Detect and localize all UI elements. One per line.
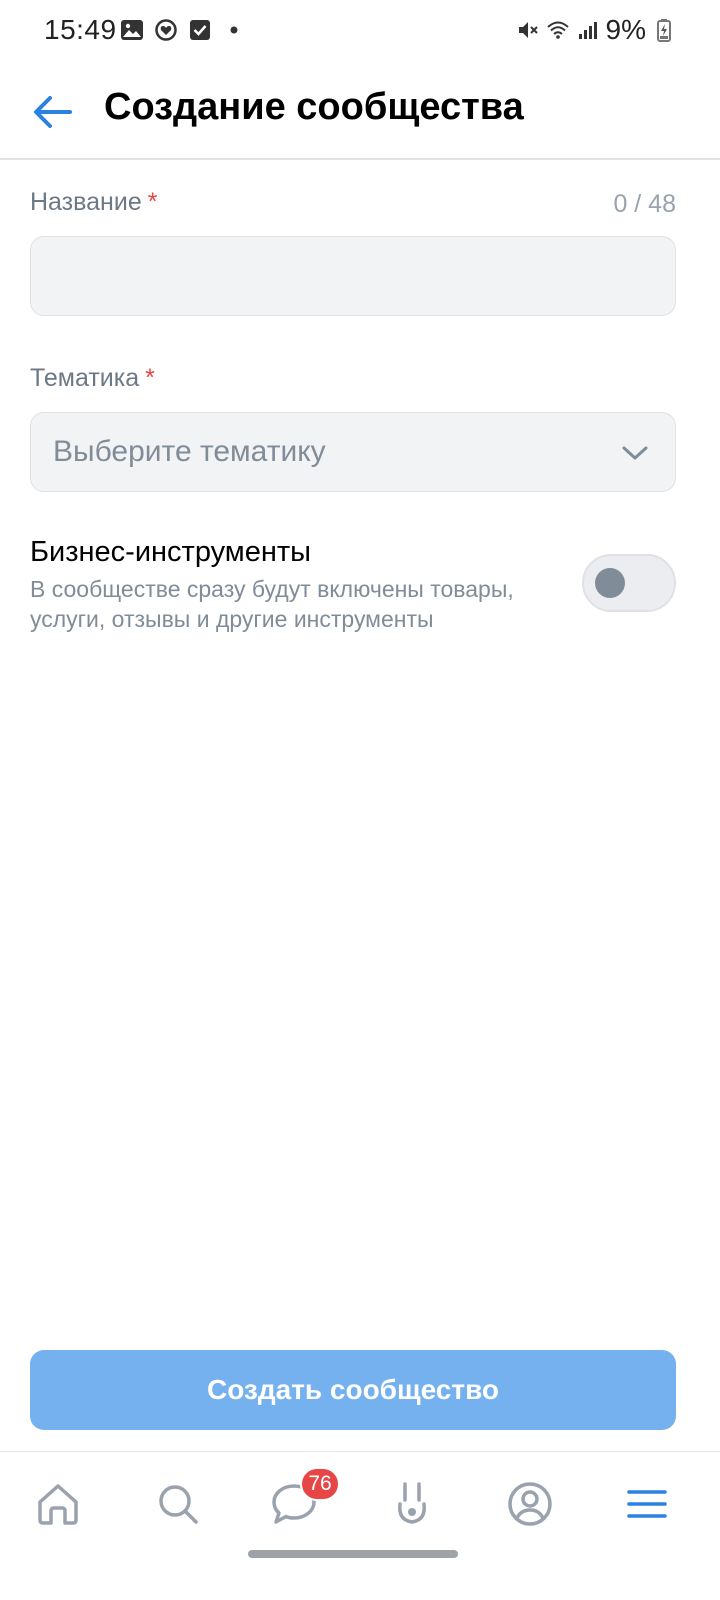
- create-community-label: Создать сообщество: [206, 1374, 500, 1405]
- messages-badge: 76: [300, 1467, 340, 1501]
- menu-icon: [627, 1490, 667, 1518]
- nav-home[interactable]: [26, 1472, 90, 1536]
- nav-profile[interactable]: [498, 1472, 562, 1536]
- required-mark: *: [147, 188, 158, 216]
- name-char-counter: 0 / 48: [613, 190, 676, 218]
- arrow-left-icon: [34, 96, 72, 128]
- wifi-icon: [546, 21, 569, 39]
- chevron-down-icon: [622, 446, 648, 460]
- header: Создание сообщества: [0, 64, 720, 160]
- status-left-icons: [120, 18, 246, 42]
- business-tools-toggle[interactable]: [582, 554, 676, 612]
- battery-percent: 9%: [605, 14, 646, 45]
- topic-select-placeholder: Выберите тематику: [53, 435, 326, 468]
- topic-label: Тематика *: [30, 364, 155, 393]
- toggle-knob: [595, 568, 625, 598]
- vk-notification-icon: [155, 19, 177, 41]
- name-input-box[interactable]: [30, 236, 676, 316]
- search-icon: [159, 1485, 198, 1524]
- dot-icon: [230, 26, 238, 34]
- home-indicator[interactable]: [248, 1550, 458, 1558]
- clips-icon: [398, 1482, 426, 1524]
- image-icon: [121, 20, 143, 40]
- topic-label-text: Тематика: [30, 364, 140, 392]
- screen: 15:49 9% Создание сообщества Название * …: [0, 0, 720, 1600]
- status-time: 15:49: [44, 14, 117, 45]
- battery-charging-icon: [657, 19, 671, 42]
- business-tools-title: Бизнес-инструменты: [30, 536, 312, 568]
- required-mark: *: [145, 364, 155, 392]
- status-bar: 15:49 9%: [0, 0, 720, 64]
- nav-menu[interactable]: [615, 1472, 679, 1536]
- nav-clips[interactable]: [380, 1472, 444, 1536]
- name-label-text: Название: [30, 188, 142, 216]
- nav-search[interactable]: [146, 1472, 210, 1536]
- check-box-icon: [190, 20, 210, 40]
- business-tools-description: В сообществе сразу будут включены товары…: [30, 576, 514, 632]
- mute-icon: [518, 22, 538, 38]
- home-icon: [38, 1484, 78, 1525]
- name-input[interactable]: [31, 237, 675, 315]
- back-button[interactable]: [24, 84, 80, 140]
- topic-select[interactable]: Выберите тематику: [30, 412, 676, 492]
- create-community-button[interactable]: Создать сообщество: [30, 1350, 676, 1430]
- name-label: Название *: [30, 188, 157, 217]
- user-circle-icon: [508, 1482, 552, 1526]
- page-title: Создание сообщества: [104, 86, 524, 128]
- status-right: 9%: [516, 14, 676, 46]
- signal-icon: [578, 22, 597, 39]
